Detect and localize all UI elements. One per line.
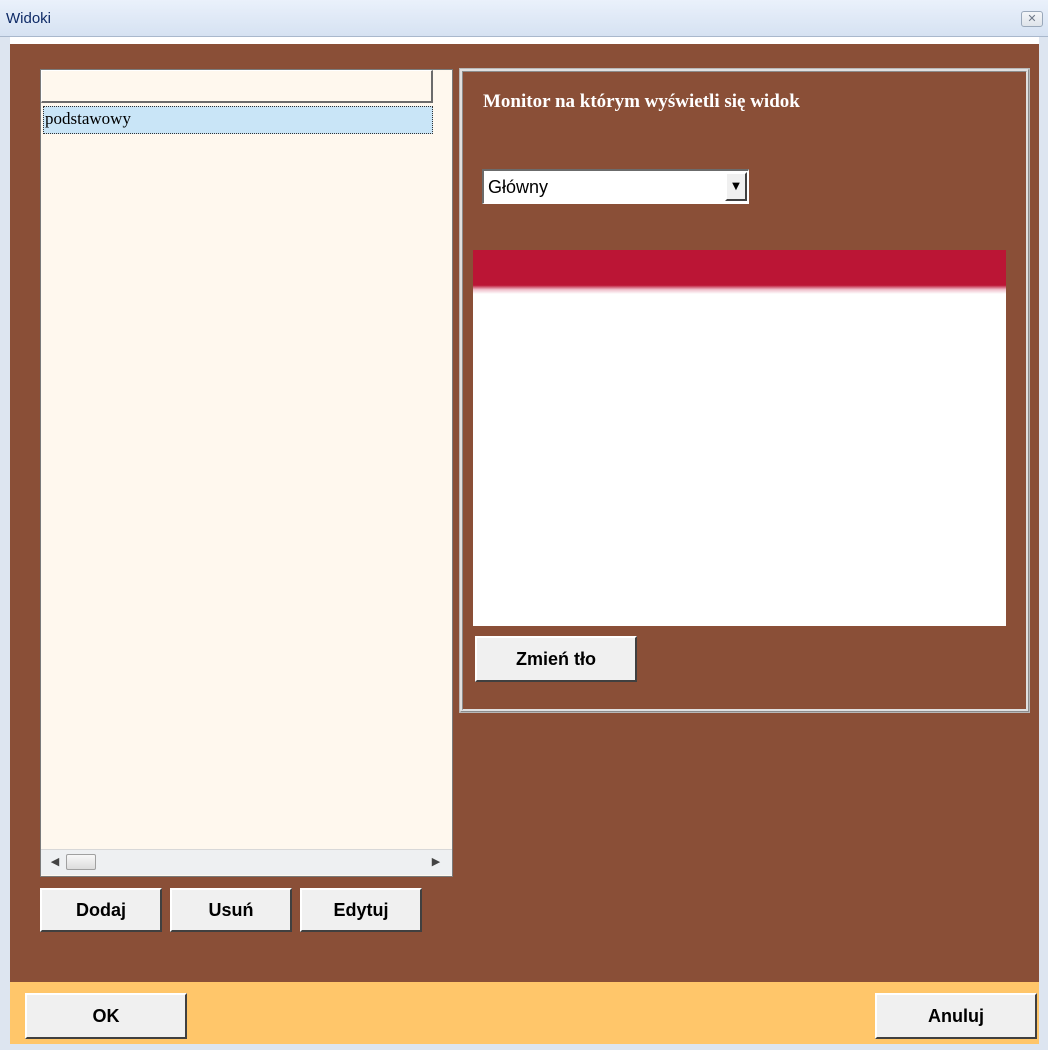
close-icon[interactable]: ✕	[1021, 11, 1043, 27]
add-button[interactable]: Dodaj	[40, 888, 162, 932]
window-title: Widoki	[6, 10, 52, 27]
window-frame-right	[1039, 37, 1048, 1050]
list-item-podstawowy[interactable]: podstawowy	[43, 106, 433, 134]
monitor-label: Monitor na którym wyświetli się widok	[483, 91, 800, 112]
cancel-button[interactable]: Anuluj	[875, 993, 1037, 1039]
list-column-header[interactable]	[41, 70, 433, 103]
scroll-right-icon[interactable]: ▶	[428, 854, 444, 870]
chevron-down-icon[interactable]: ▼	[725, 172, 747, 201]
title-bar: Widoki ✕	[0, 0, 1048, 37]
window-frame-bottom	[0, 1044, 1048, 1050]
monitor-select[interactable]: Główny ▼	[482, 169, 749, 204]
remove-button[interactable]: Usuń	[170, 888, 292, 932]
scrollbar-thumb[interactable]	[66, 854, 96, 870]
preview-header-bar	[473, 250, 1006, 294]
window-frame-left	[0, 37, 10, 1050]
views-listbox[interactable]: podstawowy ◀ ▶	[40, 69, 453, 877]
background-preview	[473, 250, 1006, 626]
change-background-button[interactable]: Zmień tło	[475, 636, 637, 682]
scroll-left-icon[interactable]: ◀	[47, 854, 63, 870]
ok-button[interactable]: OK	[25, 993, 187, 1039]
horizontal-scrollbar[interactable]: ◀ ▶	[41, 849, 452, 875]
monitor-select-value: Główny	[488, 177, 549, 197]
edit-button[interactable]: Edytuj	[300, 888, 422, 932]
